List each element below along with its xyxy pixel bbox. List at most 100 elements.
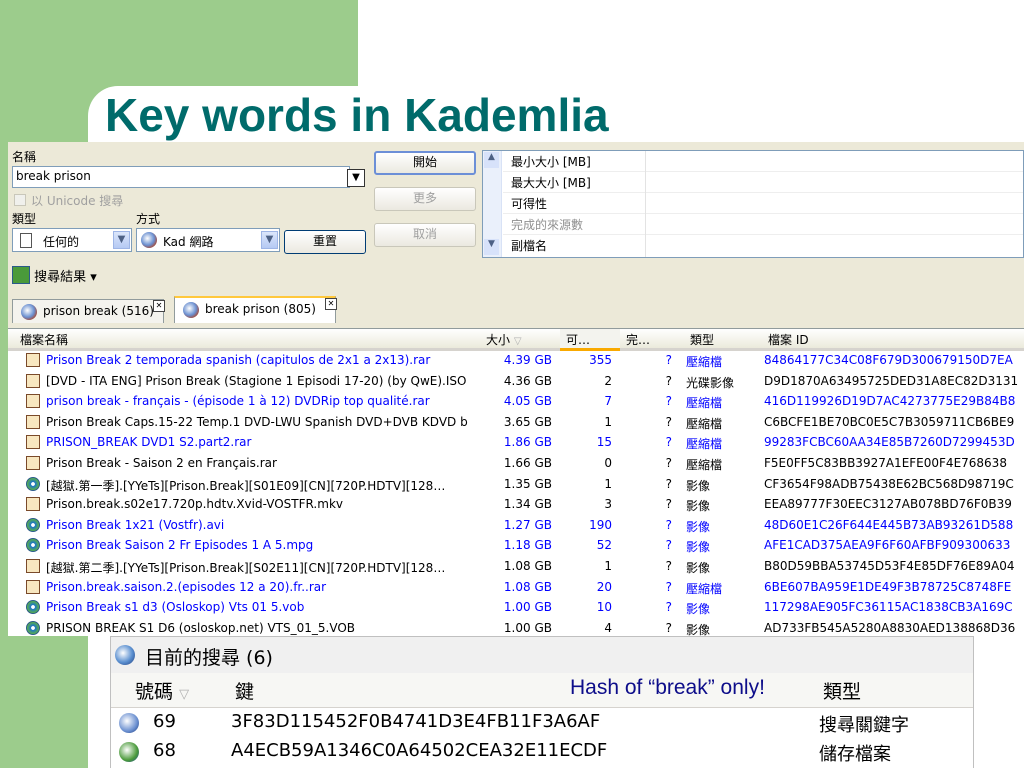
tab-label: break prison (805) bbox=[205, 302, 316, 316]
file-id: 416D119926D19D7AC4273775E29B84B8 bbox=[764, 394, 1016, 409]
cancel-button[interactable]: 取消 bbox=[374, 223, 476, 247]
archive-file-icon bbox=[26, 373, 40, 388]
column-header-file-id[interactable]: 檔案 ID bbox=[758, 329, 1024, 351]
reset-button[interactable]: 重置 bbox=[284, 230, 366, 254]
file-name: PRISON_BREAK DVD1 S2.part2.rar bbox=[46, 435, 252, 450]
file-id: B80D59BBA53745D53F4E85DF76E89A04 bbox=[764, 559, 1015, 573]
file-type: 影像 bbox=[686, 622, 711, 636]
table-row[interactable]: PRISON_BREAK DVD1 S2.part2.rar 1.86 GB 15?… bbox=[8, 433, 1024, 454]
chevron-down-icon[interactable]: ▼ bbox=[113, 231, 130, 249]
param-min-size[interactable]: 最小大小 [MB] bbox=[511, 152, 645, 172]
file-complete: ? bbox=[665, 353, 672, 367]
param-complete-sources[interactable]: 完成的來源數 bbox=[511, 215, 645, 235]
file-availability: 190 bbox=[589, 517, 612, 532]
file-availability: 52 bbox=[596, 538, 612, 553]
table-row[interactable]: Prison Break s1 d3 (Osloskop) Vts 01 5.v… bbox=[8, 598, 1024, 619]
method-label: 方式 bbox=[136, 212, 161, 226]
file-size: 1.08 GB bbox=[503, 559, 552, 573]
column-header-type[interactable]: 類型 bbox=[678, 329, 758, 351]
table-row[interactable]: Prison Break 2 temporada spanish (capitu… bbox=[8, 351, 1024, 372]
column-header-type[interactable]: 類型 bbox=[823, 677, 861, 704]
search-results-label: 搜尋結果 bbox=[34, 270, 87, 285]
file-id: AD733FB545A5280A8830AED138868D36 bbox=[764, 620, 1016, 635]
file-name: prison break - français - (épisode 1 à 1… bbox=[46, 394, 430, 409]
table-row[interactable]: [DVD - ITA ENG] Prison Break (Stagione 1… bbox=[8, 372, 1024, 393]
unicode-checkbox[interactable] bbox=[14, 194, 26, 206]
hash-annotation: Hash of “break” only! bbox=[570, 676, 765, 699]
search-parameters-list[interactable]: ▲ ▼ 最小大小 [MB] 最大大小 [MB] 可得性 完成的來源數 副檔名 bbox=[482, 150, 1024, 258]
file-type: 影像 bbox=[686, 602, 711, 617]
row-type: 搜尋關鍵字 bbox=[819, 715, 909, 736]
search-results-header[interactable]: 搜尋結果 ▾ bbox=[12, 266, 97, 285]
table-row[interactable]: Prison Break Caps.15-22 Temp.1 DVD-LWU S… bbox=[8, 413, 1024, 434]
start-button[interactable]: 開始 bbox=[374, 151, 476, 175]
params-scrollbar[interactable]: ▲ ▼ bbox=[483, 151, 502, 257]
file-id: 99283FCBC60AA34E85B7260D7299453D bbox=[764, 435, 1015, 450]
tab-break-prison[interactable]: break prison (805) ✕ bbox=[174, 296, 337, 323]
name-history-dropdown[interactable]: ▼ bbox=[347, 169, 365, 187]
row-key: A4ECB59A1346C0A64502CEA32E11ECDF bbox=[231, 740, 608, 761]
current-search-row[interactable]: 69 3F83D115452F0B4741D3E4FB11F3A6AF 搜尋關鍵… bbox=[111, 709, 973, 739]
row-number: 68 bbox=[153, 740, 176, 761]
file-complete: ? bbox=[665, 517, 672, 532]
file-size: 4.36 GB bbox=[503, 373, 552, 388]
chevron-down-icon[interactable]: ▼ bbox=[261, 231, 278, 249]
table-row[interactable]: Prison Break 1x21 (Vostfr).avi 1.27 GB 190… bbox=[8, 516, 1024, 537]
method-select[interactable]: Kad 網路 bbox=[136, 228, 280, 252]
column-header-availability[interactable]: 可… bbox=[560, 329, 620, 351]
kad-network-icon bbox=[183, 302, 199, 318]
current-search-title: 目前的搜尋 (6) bbox=[145, 647, 273, 669]
file-id: C6BCFE1BE70BC0E5C7B3059711CB6BE9 bbox=[764, 414, 1015, 429]
table-row[interactable]: [越獄.第一季].[YYeTs][Prison.Break][S01E09][C… bbox=[8, 475, 1024, 496]
table-row[interactable]: prison break - français - (épisode 1 à 1… bbox=[8, 392, 1024, 413]
search-keyword-icon bbox=[119, 713, 139, 733]
file-id: AFE1CAD375AEA9F6F60AFBF909300633 bbox=[764, 538, 1011, 553]
close-icon[interactable]: ✕ bbox=[153, 300, 165, 312]
param-max-size[interactable]: 最大大小 [MB] bbox=[511, 173, 645, 193]
search-results-icon bbox=[12, 266, 30, 284]
file-complete: ? bbox=[665, 373, 672, 388]
file-availability: 15 bbox=[596, 435, 612, 450]
table-row[interactable]: Prison.break.saison.2.(episodes 12 a 20)… bbox=[8, 578, 1024, 599]
file-size: 4.39 GB bbox=[503, 353, 552, 367]
file-id: F5E0FF5C83BB3927A1EFE00F4E768638 bbox=[764, 456, 1007, 470]
archive-file-icon bbox=[26, 394, 40, 409]
table-row[interactable]: [越獄.第二季].[YYeTs][Prison.Break][S02E11][C… bbox=[8, 557, 1024, 578]
search-name-input[interactable]: break prison bbox=[12, 166, 350, 188]
file-availability: 1 bbox=[604, 559, 612, 573]
file-type: 壓縮檔 bbox=[686, 458, 723, 472]
column-header-filename[interactable]: 檔案名稱 bbox=[8, 329, 480, 351]
column-header-size[interactable]: 大小 ▽ bbox=[480, 329, 560, 351]
table-row[interactable]: Prison.break.s02e17.720p.hdtv.Xvid-VOSTF… bbox=[8, 495, 1024, 516]
file-complete: ? bbox=[665, 414, 672, 429]
current-search-header: 號碼 ▽ 鍵 類型 bbox=[111, 673, 973, 708]
more-button[interactable]: 更多 bbox=[374, 187, 476, 211]
row-type: 儲存檔案 bbox=[819, 744, 891, 765]
column-header-key[interactable]: 鍵 bbox=[235, 677, 254, 704]
close-icon[interactable]: ✕ bbox=[325, 298, 337, 310]
param-availability[interactable]: 可得性 bbox=[511, 194, 645, 214]
param-extension[interactable]: 副檔名 bbox=[511, 236, 645, 256]
tab-prison-break[interactable]: prison break (516) ✕ bbox=[12, 299, 165, 323]
archive-file-icon bbox=[26, 414, 40, 429]
sort-icon: ▽ bbox=[513, 336, 522, 347]
chevron-up-icon[interactable]: ▲ bbox=[484, 152, 499, 168]
current-search-row[interactable]: 68 A4ECB59A1346C0A64502CEA32E11ECDF 儲存檔案 bbox=[111, 738, 973, 768]
column-header-number[interactable]: 號碼 ▽ bbox=[135, 677, 189, 704]
file-complete: ? bbox=[665, 476, 672, 491]
table-row[interactable]: Prison Break Saison 2 Fr Episodes 1 A 5.… bbox=[8, 536, 1024, 557]
file-availability: 1 bbox=[604, 414, 612, 429]
table-row[interactable]: Prison Break - Saison 2 en Français.rar 1… bbox=[8, 454, 1024, 475]
file-type: 壓縮檔 bbox=[686, 396, 723, 411]
file-complete: ? bbox=[665, 559, 672, 573]
file-size: 1.18 GB bbox=[503, 538, 552, 553]
store-file-icon bbox=[119, 742, 139, 762]
table-row[interactable]: PRISON BREAK S1 D6 (osloskop.net) VTS_01… bbox=[8, 619, 1024, 636]
column-header-complete[interactable]: 完… bbox=[620, 329, 678, 351]
file-complete: ? bbox=[665, 600, 672, 615]
file-size: 1.34 GB bbox=[503, 497, 552, 512]
chevron-down-icon[interactable]: ▼ bbox=[484, 239, 499, 255]
file-availability: 20 bbox=[596, 579, 612, 594]
file-name: Prison Break Caps.15-22 Temp.1 DVD-LWU S… bbox=[46, 414, 468, 429]
document-icon bbox=[20, 233, 32, 248]
